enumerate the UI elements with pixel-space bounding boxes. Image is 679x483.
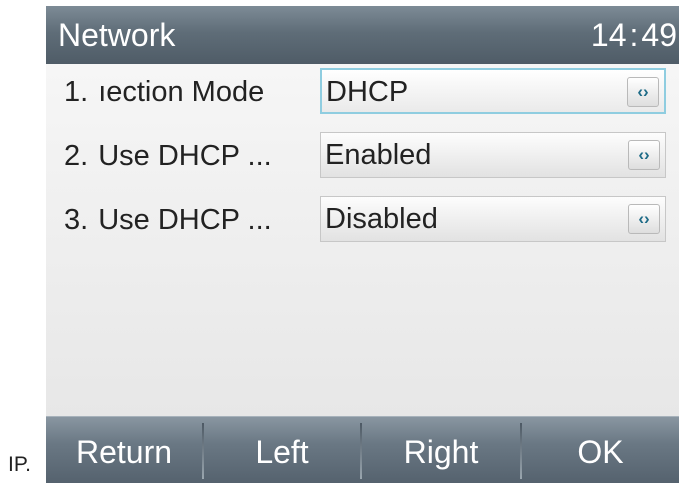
row-label: 2. Use DHCP ...: [64, 128, 319, 184]
softkey-bar: Return Left Right OK: [46, 416, 679, 483]
left-right-arrows-icon[interactable]: ‹›: [628, 204, 660, 234]
row-label-text: Use DHCP ...: [98, 140, 272, 172]
settings-list: 1. ıection Mode DHCP ‹› 2. Use DHCP ... En…: [46, 64, 679, 416]
left-right-arrows-icon[interactable]: ‹›: [628, 140, 660, 170]
row-label-text: Use DHCP ...: [98, 204, 272, 236]
use-dhcp-2-select[interactable]: Disabled ‹›: [320, 196, 666, 242]
list-item-use-dhcp-1[interactable]: 2. Use DHCP ... Enabled ‹›: [46, 128, 679, 184]
clock-hours: 14: [590, 17, 627, 53]
phone-screen: Network 14:49 1. ıection Mode DHCP ‹› 2. U…: [46, 6, 679, 483]
row-label: 1. ıection Mode: [64, 64, 319, 120]
clock: 14:49: [591, 6, 677, 64]
select-value: Disabled: [325, 203, 438, 235]
clock-separator: :: [629, 17, 639, 53]
row-index: 2.: [64, 140, 89, 172]
row-index: 1.: [64, 76, 89, 108]
left-right-arrows-icon[interactable]: ‹›: [627, 77, 659, 107]
list-item-connection-mode[interactable]: 1. ıection Mode DHCP ‹›: [46, 64, 679, 120]
page-title: Network: [58, 17, 176, 53]
clock-minutes: 49: [641, 17, 677, 53]
title-bar: Network 14:49: [46, 6, 679, 64]
row-label: 3. Use DHCP ...: [64, 192, 319, 248]
list-item-use-dhcp-2[interactable]: 3. Use DHCP ... Disabled ‹›: [46, 192, 679, 248]
row-label-text: ıection Mode: [98, 76, 265, 108]
select-value: Enabled: [325, 139, 432, 171]
return-softkey[interactable]: Return: [46, 417, 202, 483]
row-index: 3.: [64, 204, 89, 236]
right-softkey[interactable]: Right: [362, 417, 520, 483]
connection-mode-select[interactable]: DHCP ‹›: [320, 68, 666, 114]
select-value: DHCP: [326, 76, 409, 108]
left-softkey[interactable]: Left: [204, 417, 360, 483]
ok-softkey[interactable]: OK: [522, 417, 679, 483]
use-dhcp-1-select[interactable]: Enabled ‹›: [320, 132, 666, 178]
outer-caption: IP.: [8, 453, 31, 476]
